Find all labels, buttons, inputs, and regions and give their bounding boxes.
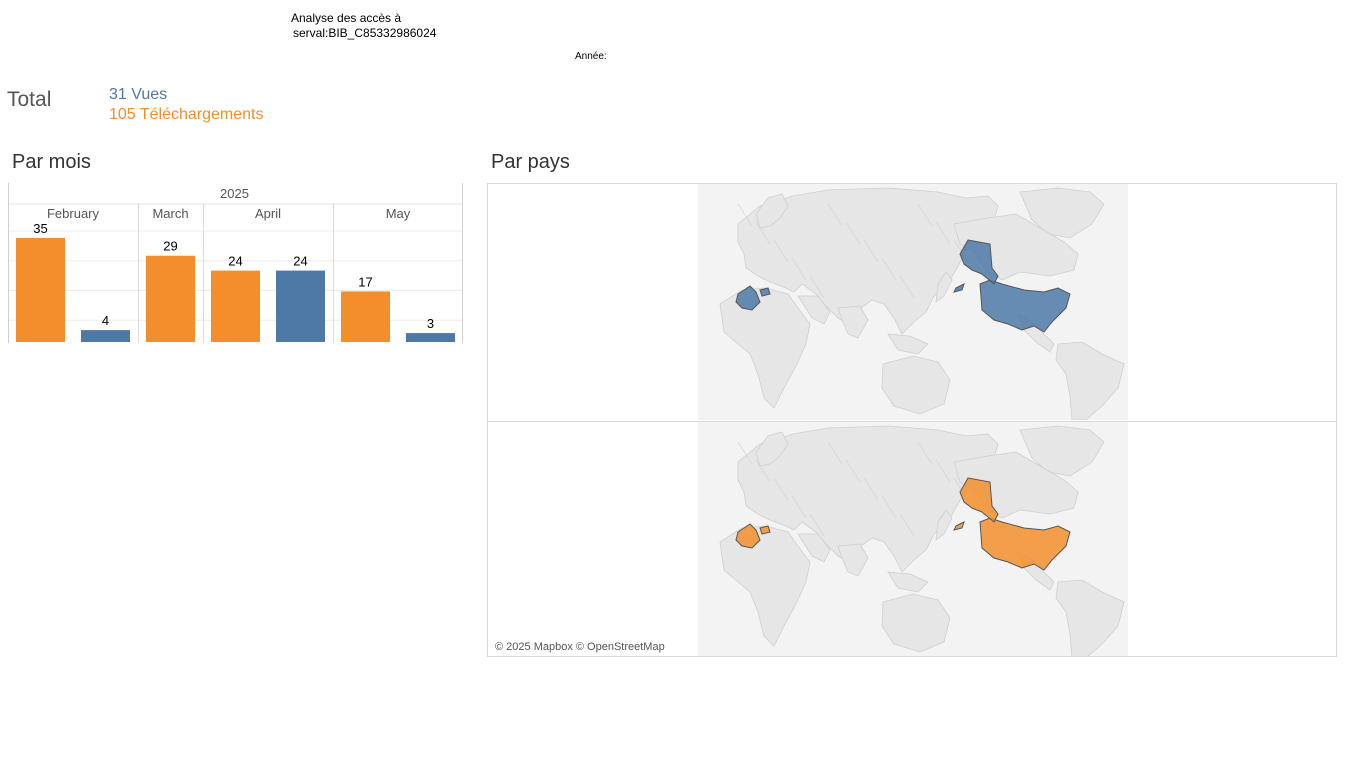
bar-value-label: 4 [102, 313, 109, 328]
highlighted-country[interactable] [759, 525, 771, 535]
bar[interactable] [81, 330, 130, 342]
bar[interactable] [146, 255, 195, 342]
bar-value-label: 24 [293, 254, 307, 269]
year-header: 2025 [220, 186, 249, 201]
downloads-map[interactable] [488, 421, 1336, 657]
bar-value-label: 17 [358, 274, 372, 289]
bar-value-label: 29 [163, 239, 177, 254]
bar[interactable] [16, 237, 65, 342]
by-month-title: Par mois [12, 151, 91, 173]
dashboard-title: Analyse des accès à serval:BIB_C85332986… [291, 11, 436, 41]
monthly-bar-chart[interactable]: 2025 February March April May 35 4 29 24 24 17 3 [8, 183, 463, 343]
map-land-group [698, 422, 1128, 656]
bar[interactable] [276, 270, 325, 342]
total-downloads-value: 105 Téléchargements [109, 106, 264, 123]
bar[interactable] [341, 291, 390, 342]
dashboard-title-line1: Analyse des accès à [291, 11, 402, 25]
bar-value-label: 3 [427, 316, 434, 331]
total-label: Total [7, 88, 52, 111]
bar[interactable] [406, 333, 455, 342]
month-label: March [152, 206, 188, 221]
bar[interactable] [211, 270, 260, 342]
month-label: February [47, 206, 100, 221]
month-label: May [386, 206, 411, 221]
views-world-map[interactable] [488, 184, 1336, 420]
views-map[interactable] [488, 184, 1336, 420]
month-label: April [255, 206, 281, 221]
total-views-value: 31 Vues [109, 86, 168, 103]
year-filter-label[interactable]: Année: [575, 51, 607, 62]
monthly-bar-chart-svg: 2025 February March April May 35 4 29 24 24 17 3 [8, 183, 463, 343]
country-map-panel[interactable]: © 2025 Mapbox © OpenStreetMap [487, 183, 1337, 657]
bar-value-label: 35 [33, 221, 47, 236]
downloads-world-map[interactable] [488, 422, 1336, 657]
bar-value-label: 24 [228, 254, 242, 269]
dashboard-title-line2: serval:BIB_C85332986024 [293, 26, 437, 40]
map-attribution[interactable]: © 2025 Mapbox © OpenStreetMap [495, 641, 665, 653]
by-country-title: Par pays [491, 151, 570, 173]
map-land-group [698, 184, 1128, 420]
highlighted-country[interactable] [759, 287, 771, 297]
